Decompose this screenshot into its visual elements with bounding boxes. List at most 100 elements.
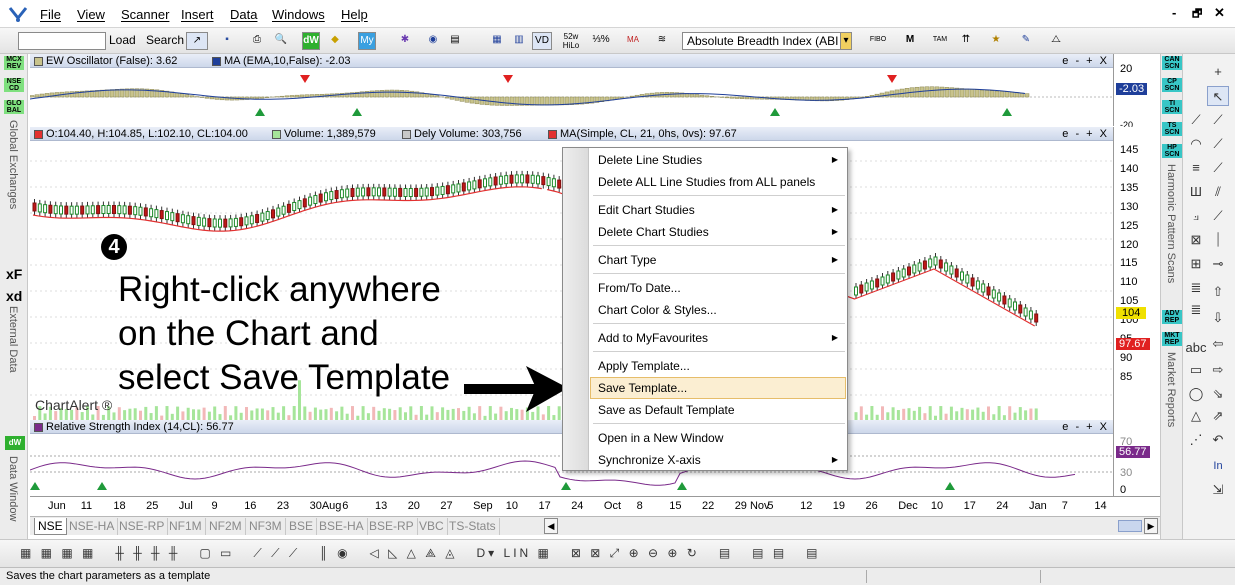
rectangle-icon[interactable]: ▭ — [1185, 360, 1207, 380]
tab-bse-ha[interactable]: BSE-HA — [316, 518, 368, 535]
arrow-right-icon[interactable]: ⇨ — [1207, 360, 1229, 380]
menu-data[interactable]: Data — [230, 7, 257, 22]
tab-bse[interactable]: BSE — [286, 518, 318, 535]
print-icon[interactable]: ⎙ — [248, 32, 266, 50]
shapes-icon[interactable]: ⧍ — [1046, 32, 1066, 50]
print-preview-icon[interactable]: 🔍 — [272, 32, 290, 50]
triangle-icon[interactable]: △ — [1185, 406, 1207, 426]
price-panel-controls[interactable]: e - + X — [1062, 127, 1109, 141]
menu-delete-all-line-studies[interactable]: Delete ALL Line Studies from ALL panels — [590, 171, 846, 193]
market-reports-tab[interactable]: Market Reports — [1165, 352, 1177, 427]
tab-nse[interactable]: NSE — [34, 518, 67, 535]
restore-button[interactable]: 🗗 — [1192, 5, 1202, 24]
diamond-icon[interactable]: ◆ — [326, 32, 344, 50]
cw-tam-icon[interactable]: TAM — [930, 32, 950, 50]
ew-panel-controls[interactable]: e - + X — [1062, 54, 1109, 68]
menu-delete-line-studies[interactable]: Delete Line Studies ▶ — [590, 149, 846, 171]
arrow-up-icon[interactable]: ⇧ — [1207, 282, 1229, 302]
indicator-icon[interactable]: ≋ — [652, 32, 672, 50]
menu-insert[interactable]: Insert — [181, 7, 214, 22]
menu-windows[interactable]: Windows — [272, 7, 325, 22]
save-icon[interactable]: ▪ — [218, 32, 236, 50]
hline-icon[interactable]: ⊸ — [1207, 254, 1229, 274]
channel-icon[interactable]: Ш — [1185, 182, 1207, 202]
globe-icon[interactable]: ◉ — [424, 32, 442, 50]
pivot-icon[interactable]: M — [900, 32, 920, 50]
trendline-icon[interactable]: ⟋ — [1185, 110, 1207, 130]
fib2-icon[interactable]: ≣ — [1185, 300, 1207, 320]
nse-cd-badge[interactable]: NSE CD — [4, 78, 24, 92]
menu-delete-chart-studies[interactable]: Delete Chart Studies ▶ — [590, 221, 846, 243]
tab-nse-rp[interactable]: NSE-RP — [116, 518, 169, 535]
scroll-right-button[interactable]: ▶ — [1144, 518, 1158, 534]
text-icon[interactable]: abc — [1185, 338, 1207, 358]
my-icon[interactable]: My — [358, 32, 376, 50]
arc-icon[interactable]: ◠ — [1185, 134, 1207, 154]
percent-icon[interactable]: ⅓% — [590, 32, 612, 50]
symbol-input[interactable] — [18, 32, 106, 50]
52w-hilo-icon[interactable]: 52w HiLo — [560, 32, 582, 50]
xf-icon[interactable]: xF — [6, 266, 22, 282]
tab-ts-stats[interactable]: TS-Stats — [446, 518, 500, 535]
menu-open-new-window[interactable]: Open in a New Window — [590, 427, 846, 449]
volume-icon[interactable]: ▥ — [510, 32, 528, 50]
undo-icon[interactable]: ↶ — [1207, 430, 1229, 450]
fan-icon[interactable]: ≡ — [1185, 158, 1207, 178]
pointer-icon[interactable]: ↖ — [1207, 86, 1229, 106]
tab-nse-ha[interactable]: NSE-HA — [66, 518, 119, 535]
gann-icon[interactable]: ⟓ — [1185, 206, 1207, 226]
external-data-tab[interactable]: External Data — [7, 306, 19, 373]
search-button[interactable]: Search — [146, 33, 184, 47]
menu-help[interactable]: Help — [341, 7, 368, 22]
dw-icon[interactable]: dW — [302, 32, 320, 50]
menu-save-template[interactable]: Save Template... — [590, 377, 846, 399]
trend-icon[interactable]: ✎ — [1016, 32, 1036, 50]
global-exchanges-tab[interactable]: Global Exchanges — [7, 120, 19, 209]
window-icon[interactable]: ▤ — [446, 32, 464, 50]
tools-icon[interactable]: ⇈ — [956, 32, 976, 50]
arrow-diag-icon[interactable]: ⇘ — [1207, 384, 1229, 404]
close-button[interactable]: ✕ — [1214, 5, 1225, 21]
tl-icon[interactable]: ⟋ — [1207, 158, 1229, 178]
parallel-icon[interactable]: ⫽ — [1207, 182, 1229, 202]
arrow-ne-icon[interactable]: ⇗ — [1207, 406, 1229, 426]
ray-icon[interactable]: ⟋ — [1207, 110, 1229, 130]
vline-icon[interactable]: ⏐ — [1207, 230, 1229, 250]
global-badge[interactable]: GLO BAL — [4, 100, 24, 114]
tab-nf2m[interactable]: NF2M — [206, 518, 246, 535]
tab-nf3m[interactable]: NF3M — [246, 518, 286, 535]
zoom-out-icon[interactable]: ⇲ — [1207, 480, 1229, 500]
menu-add-to-myfavourites[interactable]: Add to MyFavourites ▶ — [590, 327, 846, 349]
table-icon[interactable]: ⊞ — [1185, 254, 1207, 274]
hp-scn-badge[interactable]: HP SCN — [1162, 144, 1182, 158]
csl-icon[interactable]: ⟋ — [1207, 206, 1229, 226]
menu-from-to-date[interactable]: From/To Date... — [590, 277, 846, 299]
grid-icon[interactable]: ⊠ — [1185, 230, 1207, 250]
chevron-down-icon[interactable]: ▾ — [840, 32, 852, 50]
tab-vbc[interactable]: VBC — [416, 518, 448, 535]
load-button[interactable]: Load — [109, 33, 136, 47]
ti-scn-badge[interactable]: TI SCN — [1162, 100, 1182, 114]
scroll-left-button[interactable]: ◀ — [544, 518, 558, 534]
sl-icon[interactable]: ⟋ — [1207, 134, 1229, 154]
menu-apply-template[interactable]: Apply Template... — [590, 355, 846, 377]
dw-badge[interactable]: dW — [5, 436, 25, 450]
crosshair-icon[interactable]: + — [1207, 62, 1229, 82]
menu-scanner[interactable]: Scanner — [121, 7, 169, 22]
chart-refresh-icon[interactable]: ↗ — [186, 32, 208, 50]
ew-oscillator-chart[interactable] — [30, 68, 1113, 126]
menu-edit-chart-studies[interactable]: Edit Chart Studies ▶ — [590, 199, 846, 221]
ma-icon[interactable]: MA — [622, 32, 644, 50]
arrow-dn-icon[interactable]: ⇩ — [1207, 308, 1229, 328]
rsi-panel-controls[interactable]: e - + X — [1062, 420, 1109, 434]
minimize-button[interactable]: - — [1172, 5, 1176, 20]
ellipse-icon[interactable]: ◯ — [1185, 384, 1207, 404]
can-scn-badge[interactable]: CAN SCN — [1162, 56, 1182, 70]
mcx-rev-badge[interactable]: MCX REV — [4, 56, 24, 70]
arrow-left-icon[interactable]: ⇦ — [1207, 334, 1229, 354]
xd-icon[interactable]: xd — [6, 288, 22, 304]
menu-chart-color-styles[interactable]: Chart Color & Styles... — [590, 299, 846, 321]
scrollbar-thumb[interactable] — [1118, 520, 1142, 532]
puzzle-icon[interactable]: ✱ — [396, 32, 414, 50]
mkt-rep-badge[interactable]: MKT REP — [1162, 332, 1182, 346]
